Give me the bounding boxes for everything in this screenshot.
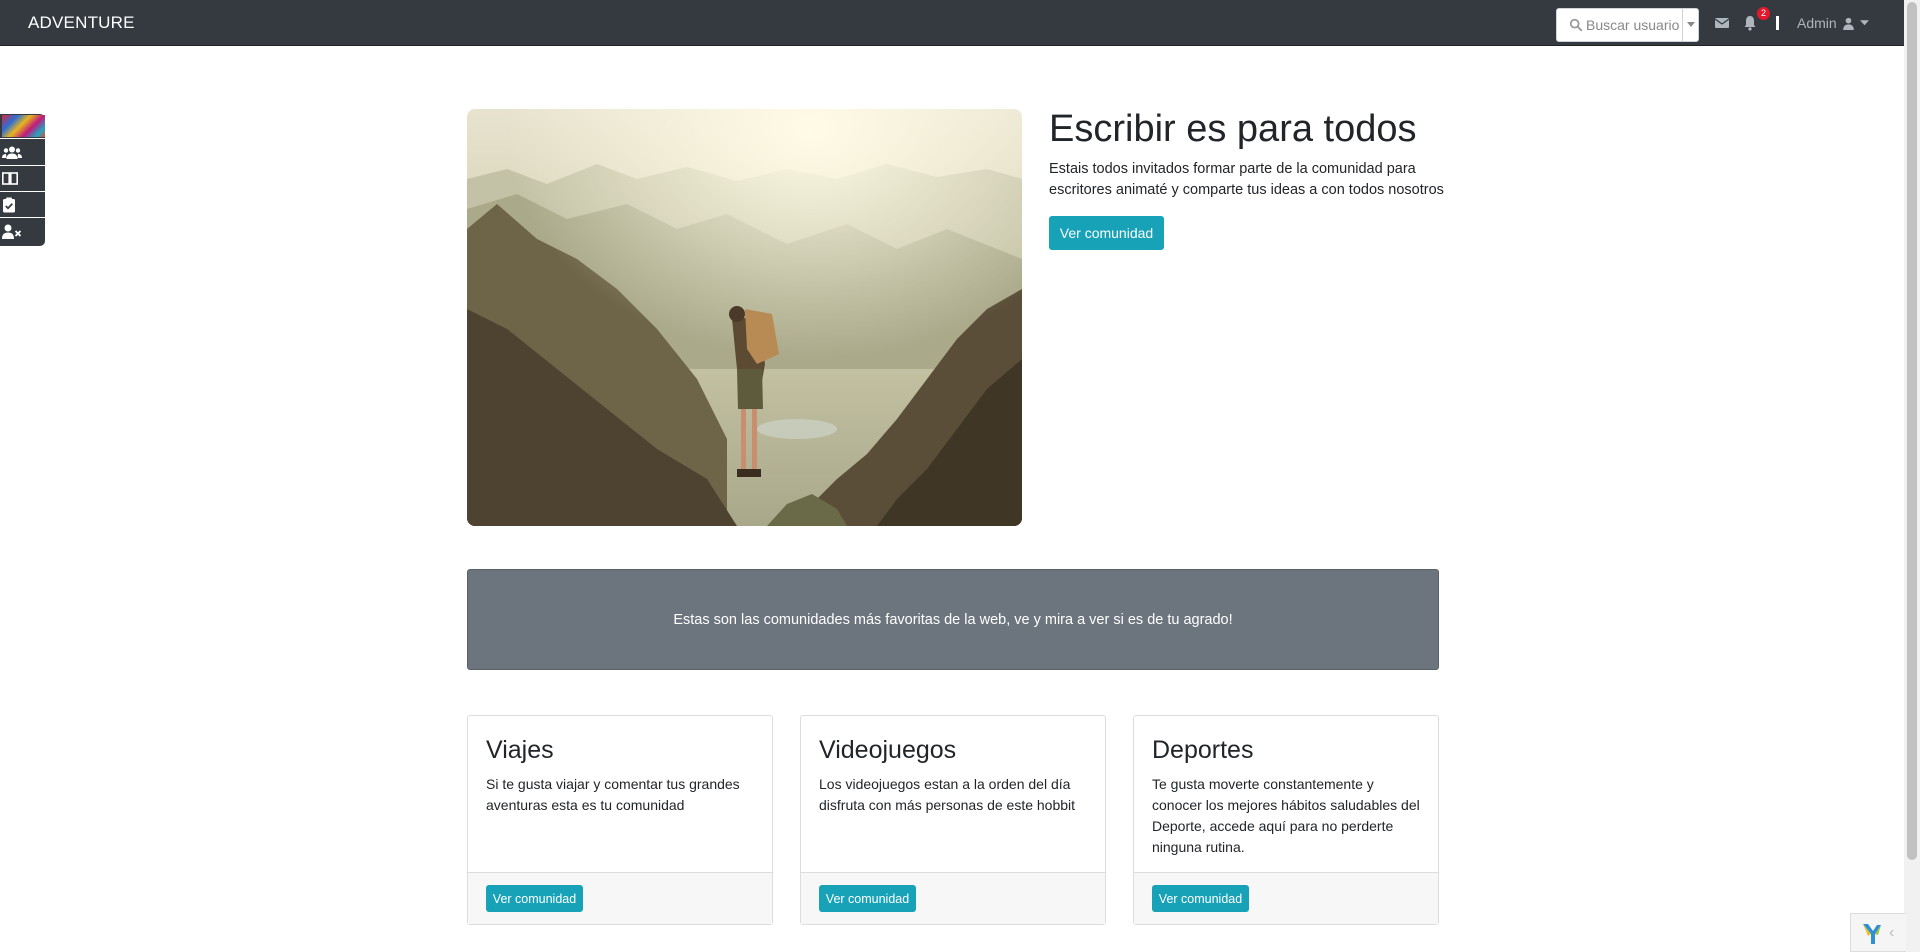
card-footer: Ver comunidad: [1134, 872, 1438, 924]
view-community-button[interactable]: Ver comunidad: [819, 885, 916, 912]
view-community-button[interactable]: Ver comunidad: [486, 885, 583, 912]
nav-divider: [1776, 16, 1779, 30]
community-card: Viajes Si te gusta viajar y comentar tus…: [467, 715, 773, 925]
side-toolbar: [0, 114, 45, 246]
side-item-users[interactable]: [0, 141, 45, 166]
side-item-tasks[interactable]: [0, 193, 45, 218]
top-navbar: ADVENTURE Buscar usuario 2 Admin: [0, 0, 1904, 46]
yii-logo-icon: [1863, 924, 1881, 944]
card-footer: Ver comunidad: [468, 872, 772, 924]
user-icon: [1842, 17, 1854, 30]
clipboard-check-icon: [3, 197, 15, 213]
user-times-icon: [2, 224, 22, 239]
card-text: Los videojuegos estan a la orden del día…: [819, 776, 1076, 813]
favorites-banner: Estas son las comunidades más favoritas …: [467, 569, 1439, 670]
hero-description: Estais todos invitados formar parte de l…: [1049, 161, 1444, 198]
side-item-book[interactable]: [0, 167, 45, 192]
view-community-button[interactable]: Ver comunidad: [1152, 885, 1249, 912]
hero-mountain-hiker-image: [467, 109, 1022, 526]
banner-text: Estas son las comunidades más favoritas …: [673, 611, 1233, 628]
bell-icon[interactable]: [1742, 15, 1758, 31]
envelope-icon[interactable]: [1714, 15, 1730, 31]
scrollbar[interactable]: [1904, 0, 1920, 952]
search-input[interactable]: Buscar usuario: [1586, 17, 1682, 33]
community-card: Videojuegos Los videojuegos estan a la o…: [800, 715, 1106, 925]
hero-title: Escribir es para todos: [1049, 108, 1417, 150]
community-card: Deportes Te gusta moverte constantemente…: [1133, 715, 1439, 925]
chevron-left-icon[interactable]: ‹: [1889, 924, 1894, 942]
card-text: Te gusta moverte constantemente y conoce…: [1152, 776, 1420, 855]
side-item-remove-user[interactable]: [0, 219, 45, 244]
book-open-icon: [2, 172, 18, 185]
debug-toolbar[interactable]: ‹: [1850, 913, 1906, 952]
user-search-select[interactable]: Buscar usuario: [1556, 8, 1699, 42]
user-menu-label: Admin: [1797, 15, 1837, 31]
scrollbar-thumb[interactable]: [1907, 2, 1917, 860]
caret-down-icon: [1686, 22, 1695, 27]
search-dropdown-toggle[interactable]: [1682, 9, 1698, 41]
brand-logo[interactable]: ADVENTURE: [28, 13, 135, 33]
users-icon: [2, 146, 22, 159]
caret-down-icon: [1859, 20, 1869, 26]
card-title: Deportes: [1152, 736, 1254, 764]
card-text: Si te gusta viajar y comentar tus grande…: [486, 776, 740, 813]
hero-view-community-button[interactable]: Ver comunidad: [1049, 216, 1164, 250]
card-title: Videojuegos: [819, 736, 957, 764]
card-title: Viajes: [486, 736, 554, 764]
card-footer: Ver comunidad: [801, 872, 1105, 924]
side-item-thumbnail[interactable]: [0, 114, 45, 139]
thumbnail-image: [2, 115, 45, 137]
search-icon: [1569, 18, 1583, 32]
user-menu[interactable]: Admin: [1797, 15, 1869, 31]
notification-badge: 2: [1757, 7, 1770, 20]
